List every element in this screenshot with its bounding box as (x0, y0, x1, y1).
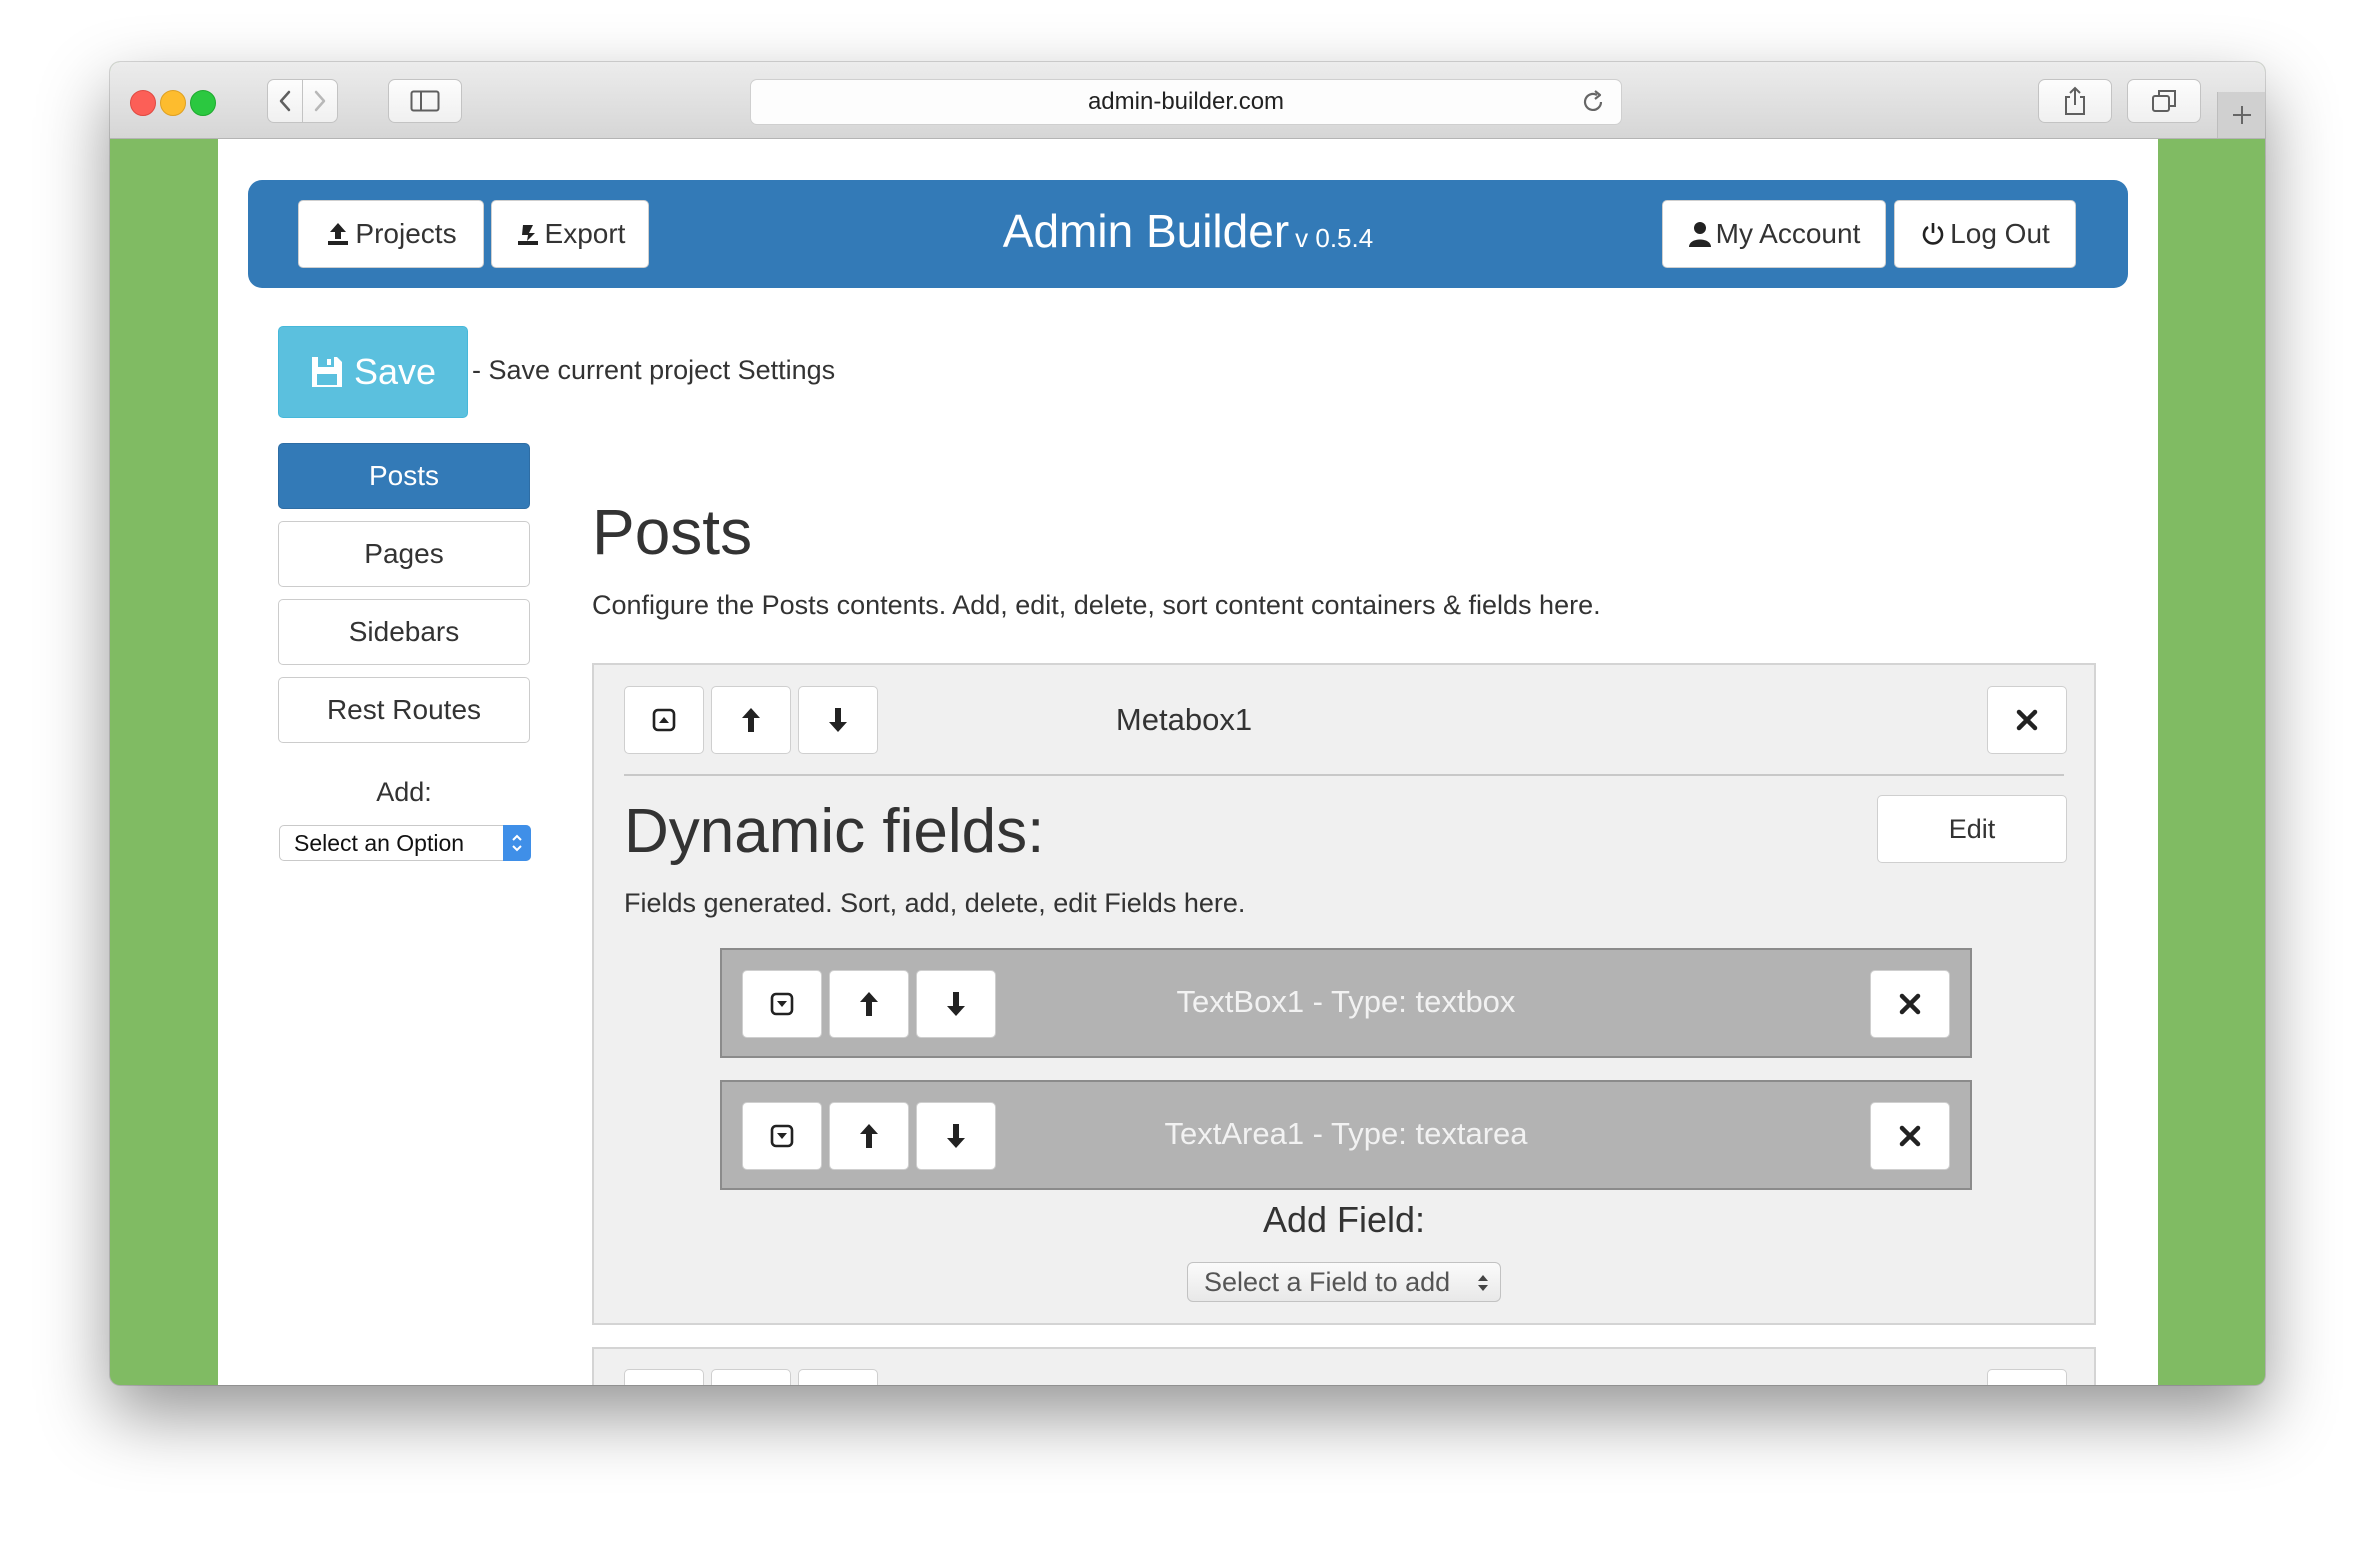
delete-metabox-button[interactable] (1987, 1369, 2067, 1385)
page-description: Configure the Posts contents. Add, edit,… (592, 590, 1601, 620)
page-title: Posts (592, 496, 753, 568)
minimize-window-button[interactable] (160, 90, 186, 116)
new-tab-button[interactable] (2217, 92, 2265, 138)
share-button[interactable] (2038, 79, 2112, 123)
sidebar-item-sidebars[interactable]: Sidebars (278, 599, 530, 665)
sidebar-item-rest-routes[interactable]: Rest Routes (278, 677, 530, 743)
sidebar-item-label: Sidebars (348, 616, 460, 647)
collapse-button[interactable] (624, 1369, 704, 1385)
reload-icon[interactable] (1579, 88, 1607, 116)
delete-metabox-button[interactable] (1987, 686, 2067, 754)
share-icon (2065, 86, 2085, 115)
chevron-right-icon (314, 90, 326, 112)
metabox-title: Metabox1 (1115, 702, 1253, 737)
field-title: TextArea1 - Type: textarea (1164, 1116, 1528, 1151)
sidebar-icon (410, 90, 440, 112)
url-text: admin-builder.com (1087, 88, 1285, 115)
app-version: v 0.5.4 (1295, 223, 1374, 253)
power-icon (1922, 223, 1944, 245)
forward-button[interactable] (302, 79, 338, 123)
move-down-button[interactable] (798, 1369, 878, 1385)
close-window-button[interactable] (130, 90, 156, 116)
plus-icon (2232, 106, 2251, 124)
app-title-text: Admin Builder (1002, 205, 1290, 257)
add-field-label: Add Field: (1262, 1199, 1426, 1240)
add-label: Add: (376, 777, 432, 807)
add-field-select[interactable]: Select a Field to add (1187, 1262, 1501, 1302)
move-up-button[interactable] (711, 686, 791, 754)
sidebar-item-label: Rest Routes (326, 694, 482, 725)
user-icon (1688, 222, 1711, 247)
save-label: Save (353, 351, 437, 392)
back-button[interactable] (267, 79, 303, 123)
app-header: Projects Export Admin Builder v 0.5.4 My … (248, 180, 2128, 288)
sidebar-item-pages[interactable]: Pages (278, 521, 530, 587)
sidebar-toggle-button[interactable] (388, 79, 462, 123)
collapse-icon (652, 708, 676, 732)
dynamic-fields-description: Fields generated. Sort, add, delete, edi… (624, 888, 1246, 918)
metabox-panel (592, 1347, 2096, 1385)
browser-window: admin-builder.com Projects Export Admin … (110, 62, 2265, 1385)
add-content-select[interactable]: Select an Option (279, 825, 531, 861)
dynamic-fields-title: Dynamic fields: (624, 797, 1045, 866)
maximize-window-button[interactable] (190, 90, 216, 116)
delete-field-button[interactable] (1870, 1102, 1950, 1170)
browser-toolbar: admin-builder.com (110, 62, 2265, 139)
save-description: - Save current project Settings (472, 355, 836, 385)
sidebar-item-posts[interactable]: Posts (278, 443, 530, 509)
metabox-panel: Metabox1 Dynamic fields: Edit Fields gen… (592, 663, 2096, 1325)
move-down-button[interactable] (798, 686, 878, 754)
page-content: Projects Export Admin Builder v 0.5.4 My … (218, 139, 2158, 1385)
collapse-button[interactable] (624, 686, 704, 754)
tabs-overview-button[interactable] (2127, 79, 2201, 123)
field-row: TextBox1 - Type: textbox (720, 948, 1972, 1058)
address-bar[interactable]: admin-builder.com (750, 79, 1622, 125)
tabs-icon (2152, 90, 2176, 112)
delete-field-button[interactable] (1870, 970, 1950, 1038)
close-icon (1899, 1125, 1921, 1147)
arrow-up-icon (742, 708, 760, 732)
arrow-down-icon (829, 708, 847, 732)
sidebar-item-label: Posts (368, 460, 440, 491)
add-field-select-value: Select a Field to add (1204, 1266, 1451, 1297)
save-button[interactable]: Save (278, 326, 468, 418)
move-up-button[interactable] (711, 1369, 791, 1385)
add-content-select-value: Select an Option (294, 829, 465, 856)
edit-button[interactable]: Edit (1877, 795, 2067, 863)
chevron-left-icon (279, 90, 291, 112)
log-out-button[interactable]: Log Out (1894, 200, 2076, 268)
my-account-label: My Account (1715, 218, 1861, 249)
field-title: TextBox1 - Type: textbox (1176, 984, 1516, 1019)
sidebar-item-label: Pages (364, 538, 444, 569)
divider (624, 774, 2064, 776)
field-row: TextArea1 - Type: textarea (720, 1080, 1972, 1190)
floppy-icon (311, 357, 342, 387)
close-icon (2016, 709, 2038, 731)
close-icon (1899, 993, 1921, 1015)
my-account-button[interactable]: My Account (1662, 200, 1886, 268)
log-out-label: Log Out (1950, 218, 2050, 249)
edit-label: Edit (1948, 813, 1996, 844)
select-arrows-icon (503, 825, 531, 861)
select-arrows-icon (1478, 1275, 1488, 1291)
